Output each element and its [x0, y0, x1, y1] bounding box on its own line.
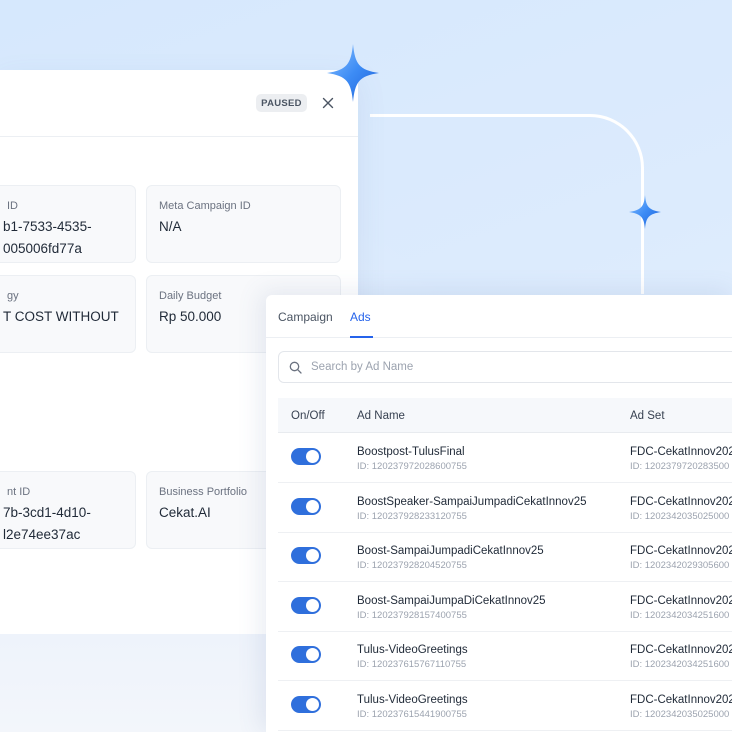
- search-input[interactable]: [311, 352, 731, 382]
- ad-id: ID: 120237928204520755: [357, 560, 467, 571]
- table-header: On/Off Ad Name Ad Set: [278, 398, 732, 433]
- toggle-knob: [306, 697, 319, 711]
- card-label: ID: [7, 200, 18, 212]
- ad-set-name[interactable]: FDC-CekatInnov202: [630, 643, 732, 657]
- toggle-knob: [306, 450, 319, 463]
- ad-name[interactable]: Boostpost-TulusFinal: [357, 445, 465, 459]
- ad-set-name[interactable]: FDC-CekatInnov202: [630, 445, 732, 459]
- info-card-meta-campaign-id: Meta Campaign ID N/A: [146, 185, 341, 263]
- toggle-knob: [306, 598, 319, 612]
- card-label: Meta Campaign ID: [159, 200, 251, 212]
- table-row[interactable]: Tulus-VideoGreetings ID: 1202376157671107…: [278, 631, 732, 681]
- search-icon: [289, 361, 302, 374]
- ad-toggle[interactable]: [291, 695, 321, 713]
- table-row[interactable]: BoostSpeaker-SampaiJumpadiCekatInnov25 ID…: [278, 483, 732, 533]
- toggle-knob: [306, 648, 319, 661]
- ad-toggle[interactable]: [291, 547, 321, 564]
- toggle-knob: [306, 549, 319, 562]
- ads-panel: Campaign Ads On/Off Ad Name Ad Set Boost…: [266, 295, 732, 732]
- ad-set-name[interactable]: FDC-CekatInnov202: [630, 544, 732, 558]
- decorative-curve: [370, 114, 644, 294]
- ad-set-name[interactable]: FDC-CekatInnov202: [630, 495, 732, 509]
- table-row[interactable]: Tulus-VideoGreetings ID: 1202376154419007…: [278, 681, 732, 731]
- info-card-strategy: gy T COST WITHOUT: [0, 275, 136, 353]
- ad-set-id: ID: 1202342034251600: [630, 609, 730, 621]
- active-tab-indicator: [350, 336, 373, 338]
- status-badge: PAUSED: [256, 94, 307, 112]
- ad-set-id: ID: 1202342034251600: [630, 659, 730, 670]
- detail-header: PAUSED: [0, 70, 358, 137]
- ad-set-name[interactable]: FDC-CekatInnov202: [630, 594, 732, 608]
- ad-name[interactable]: Tulus-VideoGreetings: [357, 643, 468, 657]
- ad-set-id: ID: 1202379720283500: [630, 461, 730, 472]
- toggle-knob: [306, 499, 319, 513]
- table-row[interactable]: Boost-SampaiJumpadiCekatInnov25 ID: 12023…: [278, 532, 732, 582]
- column-header-ad-name[interactable]: Ad Name: [357, 409, 405, 423]
- ad-toggle[interactable]: [291, 596, 321, 614]
- info-card-id: ID b1-7533-4535- 005006fd77a: [0, 185, 136, 263]
- tab-ads[interactable]: Ads: [350, 309, 371, 325]
- tab-campaign[interactable]: Campaign: [278, 309, 333, 325]
- ad-toggle[interactable]: [291, 448, 321, 465]
- search-box: [278, 351, 732, 383]
- sparkle-icon: [629, 195, 661, 229]
- ad-name[interactable]: Tulus-VideoGreetings: [357, 693, 468, 707]
- column-header-on-off[interactable]: On/Off: [291, 409, 325, 423]
- ad-set-id: ID: 1202342035025000: [630, 510, 730, 522]
- ad-set-id: ID: 1202342029305600: [630, 560, 730, 571]
- card-value: 7b-3cd1-4d10- l2e74ee37ac: [3, 505, 91, 542]
- ad-id: ID: 120237615767110755: [357, 659, 467, 670]
- column-header-ad-set[interactable]: Ad Set: [630, 409, 665, 423]
- card-value: T COST WITHOUT: [3, 309, 119, 324]
- table-row[interactable]: Boostpost-TulusFinal ID: 1202379720286007…: [278, 433, 732, 483]
- ad-name[interactable]: Boost-SampaiJumpaDiCekatInnov25: [357, 594, 546, 608]
- ad-id: ID: 120237615441900755: [357, 708, 467, 720]
- table-row[interactable]: Boost-SampaiJumpaDiCekatInnov25 ID: 12023…: [278, 582, 732, 632]
- card-label: gy: [7, 290, 19, 302]
- ad-id: ID: 120237928233120755: [357, 510, 467, 522]
- card-value: b1-7533-4535- 005006fd77a: [3, 219, 92, 256]
- ad-toggle[interactable]: [291, 646, 321, 663]
- tab-bar: Campaign Ads: [266, 295, 732, 338]
- ad-name[interactable]: BoostSpeaker-SampaiJumpadiCekatInnov25: [357, 495, 587, 509]
- ad-set-id: ID: 1202342035025000: [630, 708, 730, 720]
- card-value: N/A: [159, 219, 182, 234]
- info-card-account-id: nt ID 7b-3cd1-4d10- l2e74ee37ac: [0, 471, 136, 549]
- ad-id: ID: 120237928157400755: [357, 609, 467, 621]
- card-label: nt ID: [7, 486, 31, 498]
- ad-set-name[interactable]: FDC-CekatInnov202: [630, 693, 732, 707]
- ad-toggle[interactable]: [291, 497, 321, 515]
- panel-footer: [0, 634, 268, 732]
- sparkle-icon: [327, 44, 379, 102]
- ad-id: ID: 120237972028600755: [357, 461, 467, 472]
- ad-name[interactable]: Boost-SampaiJumpadiCekatInnov25: [357, 544, 544, 558]
